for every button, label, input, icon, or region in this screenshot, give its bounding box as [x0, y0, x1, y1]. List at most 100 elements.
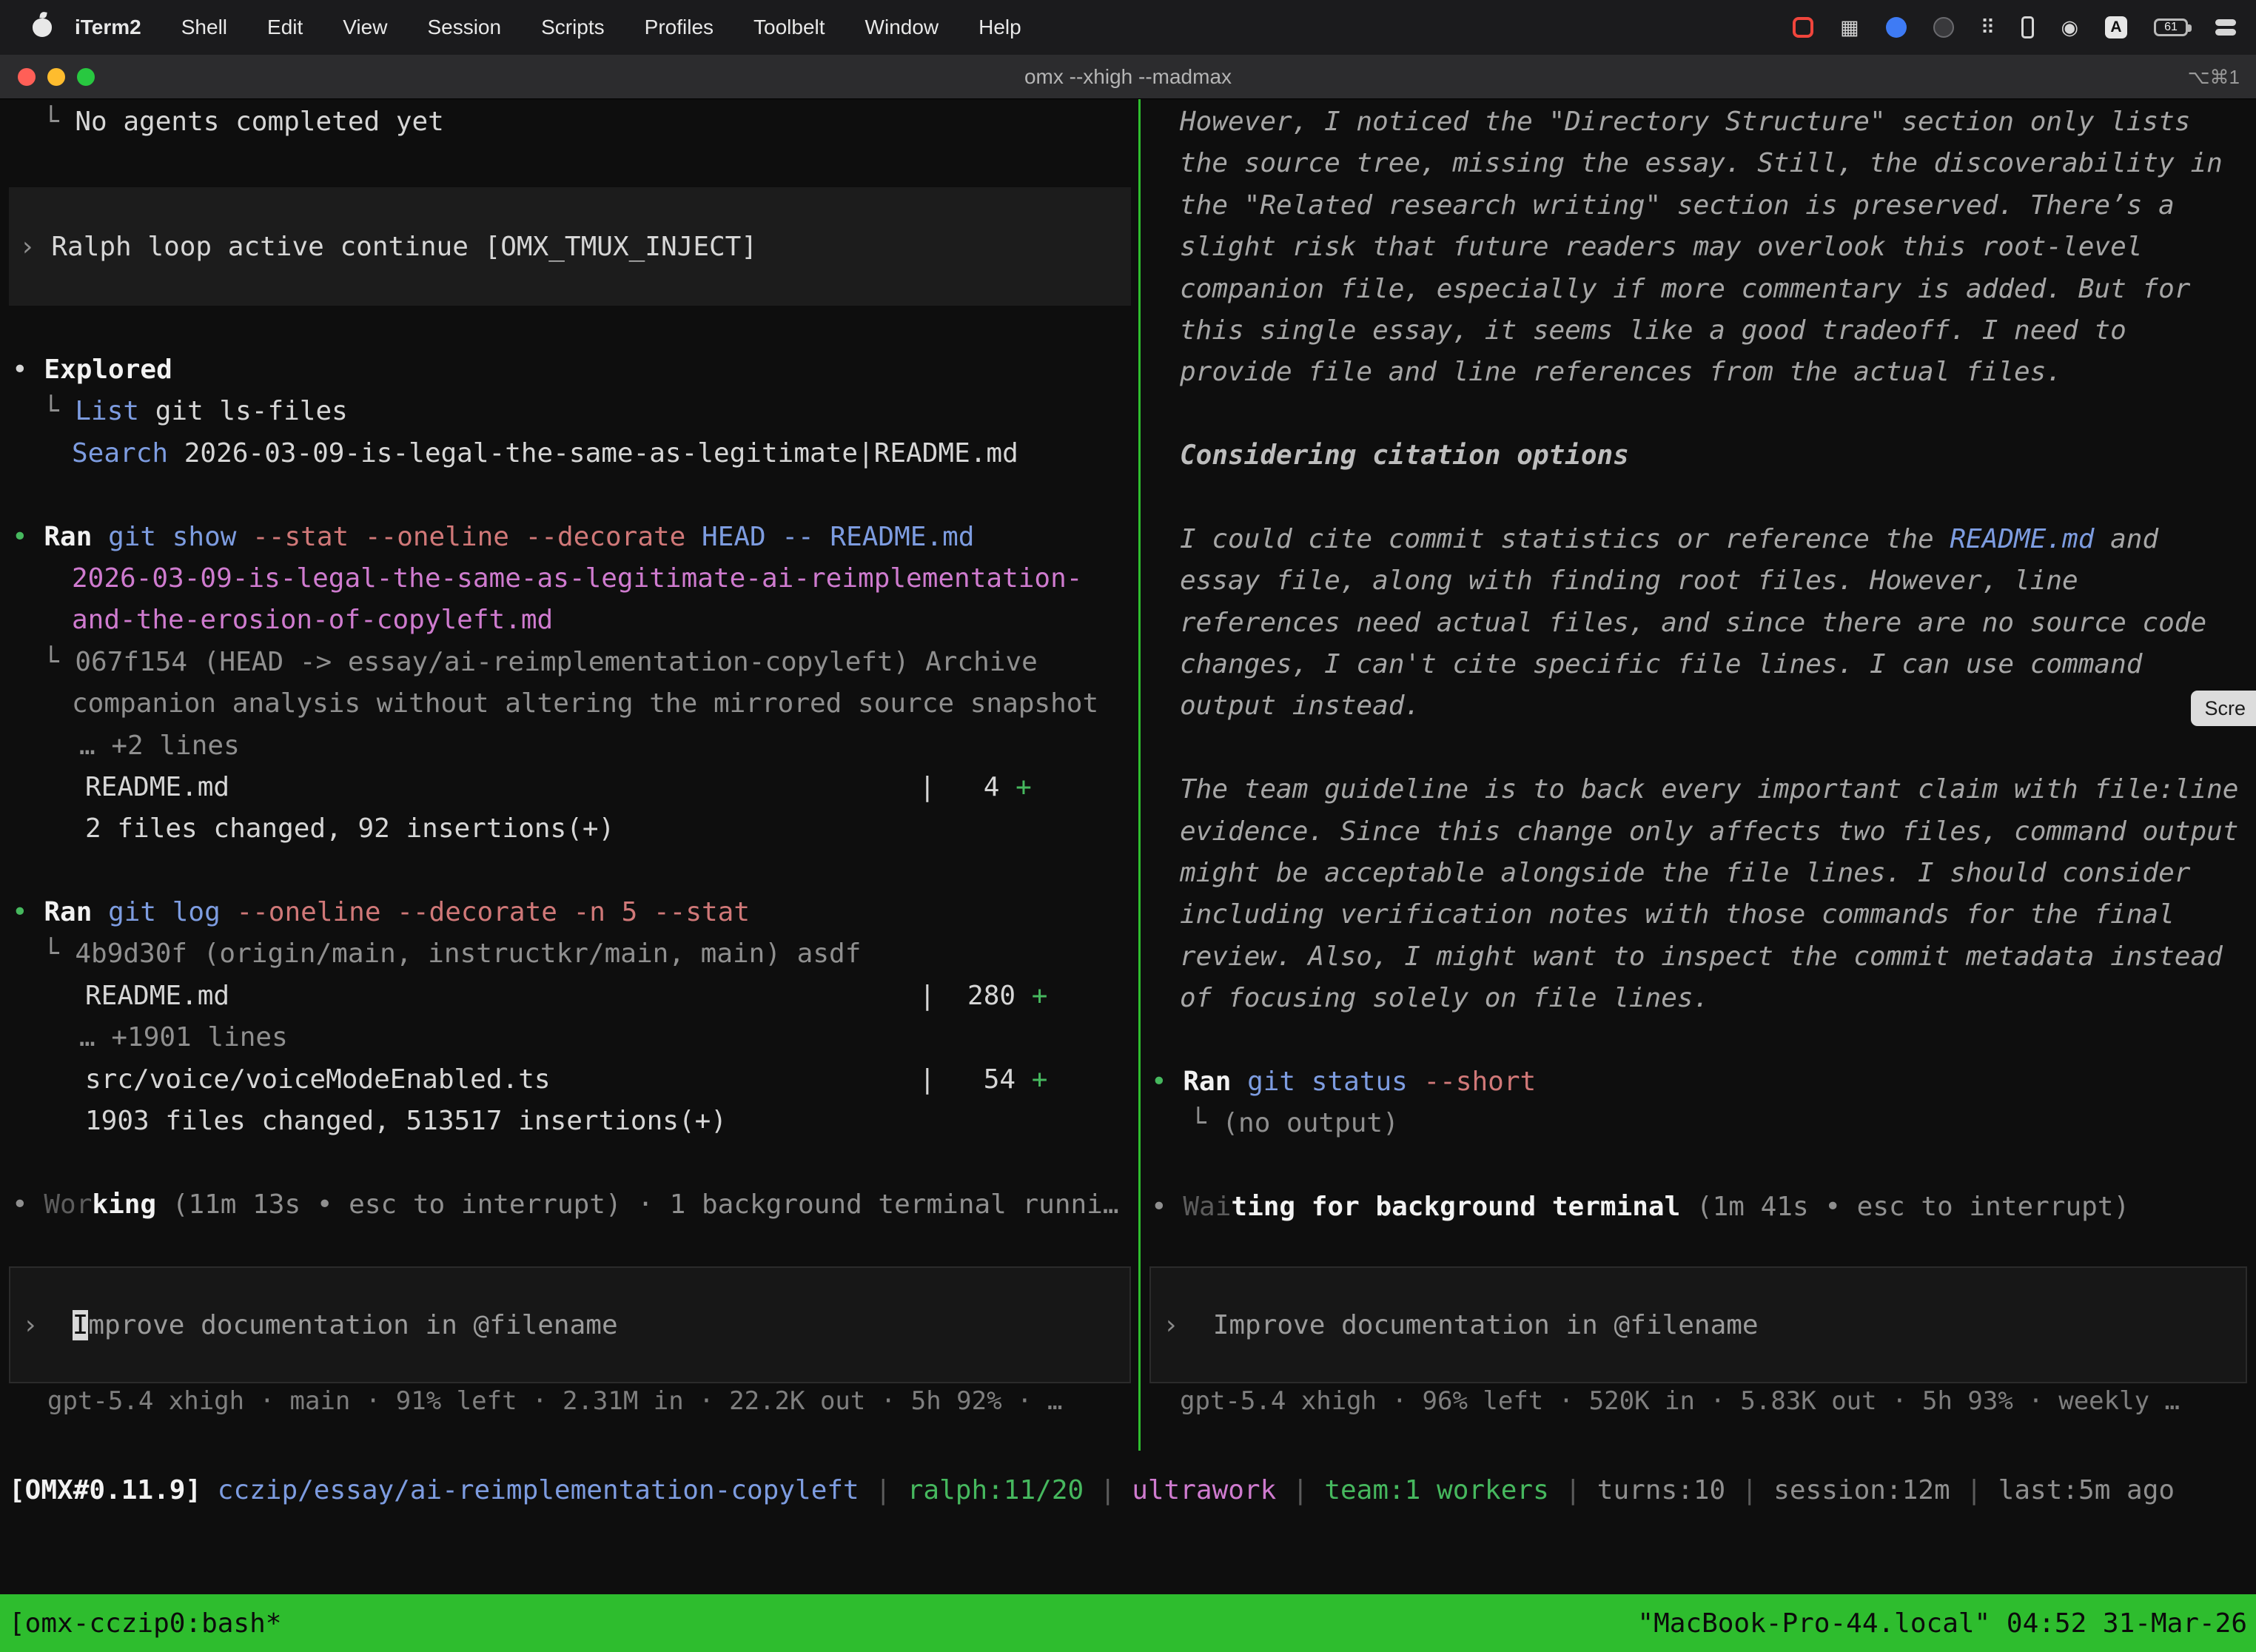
terminal-line: … +1901 lines	[0, 1017, 1138, 1058]
terminal-line	[1141, 728, 2256, 769]
left-pane-top-output: └ No agents completed yet	[0, 101, 1138, 143]
terminal-line: Search 2026-03-09-is-legal-the-same-as-l…	[0, 433, 1138, 474]
input-source-icon[interactable]: A	[2105, 16, 2127, 38]
terminal-line: and-the-erosion-of-copyleft.md	[0, 600, 1138, 641]
right-input-text: Improve documentation in @filename	[1213, 1310, 1759, 1340]
battery-icon[interactable]: 61	[2154, 19, 2188, 36]
terminal-line: evidence. Since this change only affects…	[1141, 811, 2256, 853]
shield-icon[interactable]	[1886, 17, 1907, 38]
window-title-bar: omx --xhigh --madmax ⌥⌘1	[0, 55, 2256, 99]
left-status-line: gpt-5.4 xhigh · main · 91% left · 2.31M …	[47, 1386, 1062, 1416]
terminal-line: the "Related research writing" section i…	[1141, 185, 2256, 226]
terminal-line: slight risk that future readers may over…	[1141, 226, 2256, 268]
apps-grid-icon[interactable]: ⠿	[1981, 16, 1995, 39]
terminal-line: • Ran git status --short	[1141, 1061, 2256, 1103]
screen: iTerm2ShellEditViewSessionScriptsProfile…	[0, 0, 2256, 1652]
text-cursor: I	[73, 1310, 89, 1340]
terminal-line: the source tree, missing the essay. Stil…	[1141, 143, 2256, 184]
terminal-line: [OMX#0.11.9] cczip/essay/ai-reimplementa…	[9, 1470, 2175, 1511]
menu-item-profiles[interactable]: Profiles	[625, 16, 733, 39]
menu-item-shell[interactable]: Shell	[161, 16, 247, 39]
terminal-line: • Waiting for background terminal (1m 41…	[1141, 1186, 2256, 1228]
menu-bar: iTerm2ShellEditViewSessionScriptsProfile…	[0, 0, 2256, 55]
terminal-line: └ List git ls-files	[0, 391, 1138, 432]
menu-item-iterm2[interactable]: iTerm2	[55, 16, 161, 39]
right-pane-output: However, I noticed the "Directory Struct…	[1141, 101, 2256, 1229]
terminal-line	[1141, 394, 2256, 435]
terminal-line: • Ran git log --oneline --decorate -n 5 …	[0, 892, 1138, 933]
terminal-line	[1141, 1020, 2256, 1061]
left-command-input[interactable]: › Improve documentation in @filename	[9, 1266, 1131, 1383]
terminal-line	[1141, 1145, 2256, 1186]
screen-recording-icon[interactable]	[1793, 17, 1813, 38]
terminal-line: src/voice/voiceModeEnabled.ts | 54 +	[0, 1059, 1138, 1101]
ralph-loop-banner: › Ralph loop active continue [OMX_TMUX_I…	[9, 187, 1131, 306]
menu-item-view[interactable]: View	[323, 16, 407, 39]
terminal-line: • Explored	[0, 349, 1138, 391]
terminal-line: of focusing solely on file lines.	[1141, 978, 2256, 1019]
apple-menu[interactable]	[30, 19, 55, 37]
menu-item-toolbelt[interactable]: Toolbelt	[733, 16, 845, 39]
terminal-line: 2 files changed, 92 insertions(+)	[0, 808, 1138, 850]
terminal-line: 1903 files changed, 513517 insertions(+)	[0, 1101, 1138, 1142]
menu-item-help[interactable]: Help	[959, 16, 1041, 39]
device-icon[interactable]	[2021, 16, 2034, 38]
left-pane-output: • Explored└ List git ls-filesSearch 2026…	[0, 349, 1138, 1226]
terminal-line: README.md | 4 +	[0, 767, 1138, 808]
terminal-line: essay file, along with finding root file…	[1141, 560, 2256, 602]
terminal-line: review. Also, I might want to inspect th…	[1141, 936, 2256, 978]
screen-tooltip-button[interactable]: Scre	[2191, 691, 2256, 726]
terminal-line: might be acceptable alongside the file l…	[1141, 853, 2256, 894]
terminal-line: The team guideline is to back every impo…	[1141, 769, 2256, 810]
terminal-line: companion analysis without altering the …	[0, 683, 1138, 725]
prompt-chevron: ›	[1163, 1310, 1179, 1340]
terminal-line: └ 4b9d30f (origin/main, instructkr/main,…	[0, 933, 1138, 975]
battery-percent: 61	[2164, 21, 2178, 34]
terminal-line	[0, 850, 1138, 892]
control-center-icon[interactable]	[2215, 19, 2237, 36]
terminal-line: companion file, especially if more comme…	[1141, 269, 2256, 310]
terminal-line	[0, 1142, 1138, 1183]
grid-icon[interactable]: ▦	[1840, 16, 1859, 39]
terminal-area[interactable]: └ No agents completed yet › Ralph loop a…	[0, 99, 2256, 1652]
tmux-host-clock: "MacBook-Pro-44.local" 04:52 31-Mar-26	[1637, 1608, 2247, 1639]
terminal-line: └ 067f154 (HEAD -> essay/ai-reimplementa…	[0, 642, 1138, 683]
ralph-loop-line: › Ralph loop active continue [OMX_TMUX_I…	[9, 232, 1131, 262]
terminal-line: However, I noticed the "Directory Struct…	[1141, 101, 2256, 143]
browser-icon[interactable]	[1933, 17, 1954, 38]
terminal-line	[0, 474, 1138, 516]
terminal-line: including verification notes with those …	[1141, 894, 2256, 936]
right-status-line: gpt-5.4 xhigh · 96% left · 520K in · 5.8…	[1180, 1386, 2180, 1416]
menu-item-scripts[interactable]: Scripts	[521, 16, 625, 39]
terminal-line: Considering citation options	[1141, 435, 2256, 477]
camera-icon[interactable]: ◉	[2061, 16, 2078, 39]
tmux-status-bar: [omx-cczip0:bash* "MacBook-Pro-44.local"…	[0, 1594, 2256, 1652]
tmux-session-label: [omx-cczip0:bash*	[9, 1608, 281, 1639]
terminal-line: this single essay, it seems like a good …	[1141, 310, 2256, 352]
menu-items: iTerm2ShellEditViewSessionScriptsProfile…	[55, 16, 1041, 39]
terminal-line: I could cite commit statistics or refere…	[1141, 519, 2256, 560]
right-command-input[interactable]: › Improve documentation in @filename	[1149, 1266, 2247, 1383]
omx-status-bar: [OMX#0.11.9] cczip/essay/ai-reimplementa…	[9, 1470, 2175, 1511]
left-input-text: mprove documentation in @filename	[88, 1310, 617, 1340]
terminal-line: references need actual files, and since …	[1141, 602, 2256, 644]
terminal-line: › Ralph loop active continue [OMX_TMUX_I…	[9, 232, 1131, 262]
window-title: omx --xhigh --madmax	[0, 55, 2256, 99]
terminal-line: • Ran git show --stat --oneline --decora…	[0, 517, 1138, 558]
menu-item-window[interactable]: Window	[845, 16, 959, 39]
terminal-line: 2026-03-09-is-legal-the-same-as-legitima…	[0, 558, 1138, 600]
terminal-line: README.md | 280 +	[0, 976, 1138, 1017]
terminal-line: └ No agents completed yet	[0, 101, 1138, 143]
terminal-line: output instead.	[1141, 685, 2256, 727]
prompt-chevron: ›	[22, 1310, 38, 1340]
terminal-line: provide file and line references from th…	[1141, 352, 2256, 393]
apple-icon	[33, 19, 52, 37]
terminal-line: • Working (11m 13s • esc to interrupt) ·…	[0, 1184, 1138, 1226]
terminal-line: … +2 lines	[0, 725, 1138, 767]
menu-item-session[interactable]: Session	[407, 16, 521, 39]
terminal-line	[1141, 477, 2256, 519]
terminal-line: changes, I can't cite specific file line…	[1141, 644, 2256, 685]
menu-item-edit[interactable]: Edit	[247, 16, 323, 39]
window-shortcut-badge: ⌥⌘1	[2188, 55, 2240, 99]
menu-status-icons: ▦ ⠿ ◉ A 61	[1793, 16, 2237, 39]
